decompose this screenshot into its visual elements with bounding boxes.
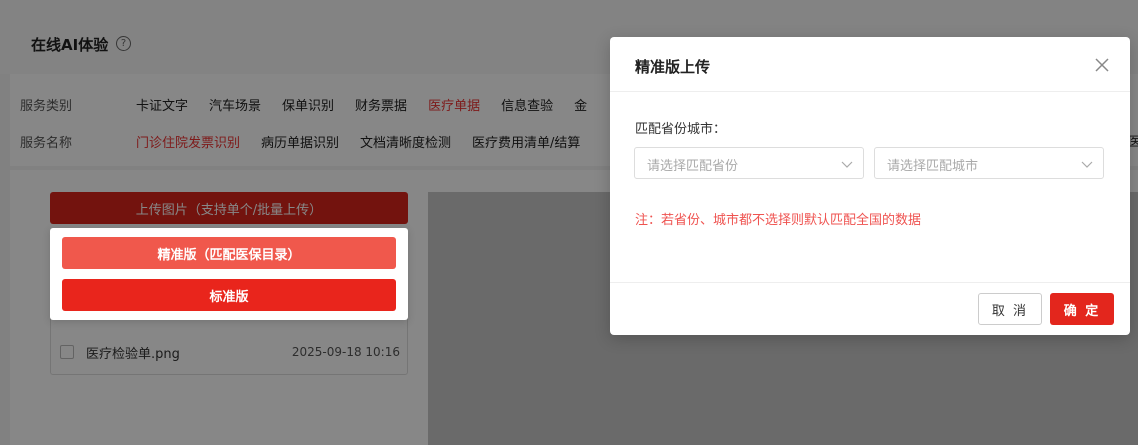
cancel-button[interactable]: 取 消 [978, 293, 1042, 325]
chevron-down-icon [1081, 161, 1093, 168]
province-select[interactable]: 请选择匹配省份 [634, 147, 864, 179]
city-select[interactable]: 请选择匹配城市 [874, 147, 1104, 179]
precise-upload-dialog: 精准版上传 匹配省份城市： 请选择匹配省份 请选择匹配城市 注：若省份、城市都不… [610, 37, 1130, 335]
standard-version-button[interactable]: 标准版 [62, 279, 396, 311]
confirm-button[interactable]: 确 定 [1050, 293, 1114, 325]
city-select-placeholder: 请选择匹配城市 [887, 159, 979, 174]
precise-version-button[interactable]: 精准版（匹配医保目录） [62, 237, 396, 269]
dialog-title: 精准版上传 [635, 58, 711, 76]
province-select-placeholder: 请选择匹配省份 [647, 159, 739, 174]
chevron-down-icon [841, 161, 853, 168]
default-match-note: 注：若省份、城市都不选择则默认匹配全国的数据 [635, 213, 922, 228]
close-icon[interactable] [1093, 56, 1111, 74]
province-city-label: 匹配省份城市： [635, 122, 727, 137]
dialog-header: 精准版上传 [610, 37, 1130, 92]
